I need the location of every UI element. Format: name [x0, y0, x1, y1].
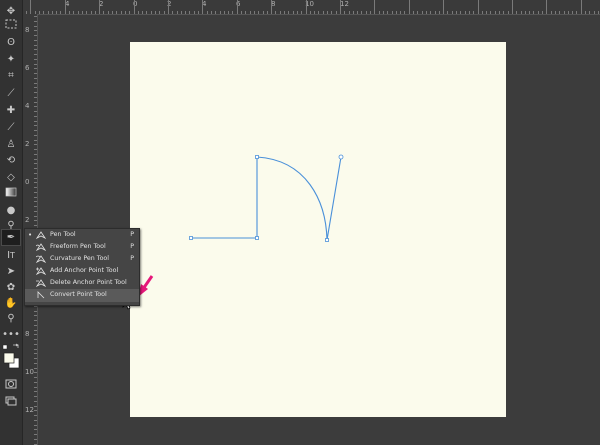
direction-handle: [338, 154, 344, 160]
add-anchor-icon: [36, 267, 46, 276]
anchor-point: [255, 155, 259, 159]
anchor-point: [325, 238, 329, 242]
pen-path: [191, 156, 342, 241]
pen-icon: [36, 231, 46, 239]
active-tool-indicator: •: [28, 231, 33, 239]
menu-item-curvature-pen-tool[interactable]: Curvature Pen Tool P: [25, 253, 139, 265]
menu-item-pen-tool[interactable]: • Pen Tool P: [25, 229, 139, 241]
curvature-pen-icon: [36, 255, 46, 264]
menu-item-add-anchor-point-tool[interactable]: Add Anchor Point Tool: [25, 265, 139, 277]
menu-item-freeform-pen-tool[interactable]: Freeform Pen Tool P: [25, 241, 139, 253]
menu-item-delete-anchor-point-tool[interactable]: Delete Anchor Point Tool: [25, 277, 139, 289]
annotation-arrow: [138, 275, 154, 297]
anchor-point: [255, 236, 259, 240]
freeform-pen-icon: [36, 243, 46, 252]
convert-point-icon: [37, 291, 45, 299]
delete-anchor-icon: [36, 279, 46, 288]
anchor-point: [189, 236, 193, 240]
pen-tool-flyout: • Pen Tool P Freeform Pen Tool P Curvatu…: [24, 228, 140, 306]
path-overlay: [122, 154, 344, 310]
menu-item-convert-point-tool[interactable]: Convert Point Tool: [25, 289, 139, 302]
